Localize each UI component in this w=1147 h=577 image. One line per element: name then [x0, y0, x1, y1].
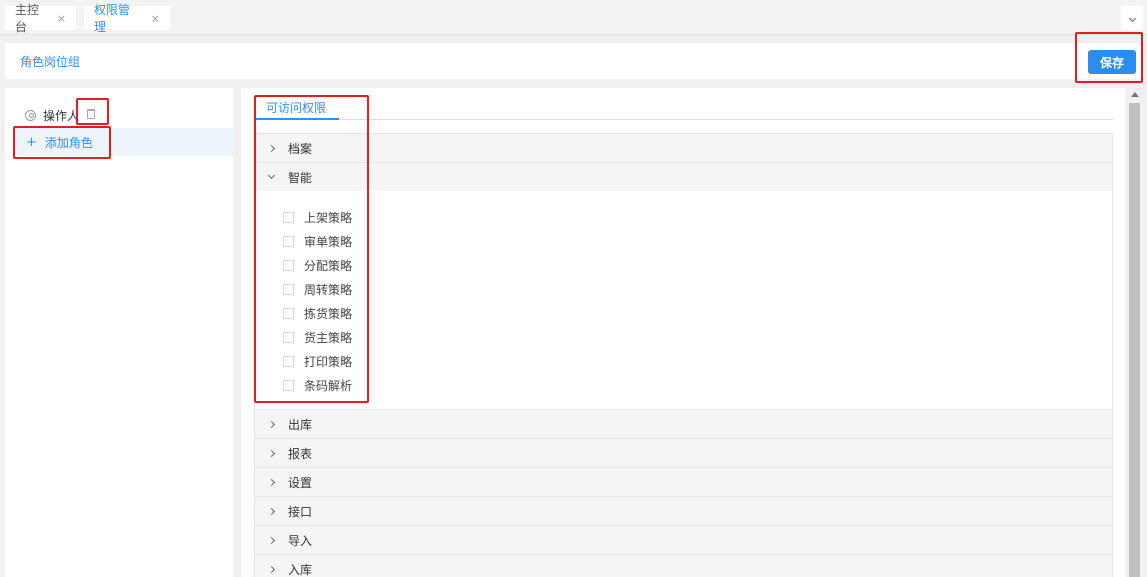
permission-checkbox-row[interactable]: 条码解析 [283, 373, 1112, 397]
chevron-down-icon [1128, 14, 1136, 22]
permission-checkbox[interactable] [283, 283, 294, 295]
collapse-item: 入库 [255, 555, 1112, 577]
page-title: 角色岗位组 [20, 55, 81, 69]
collapse-item: 智能上架策略审单策略分配策略周转策略拣货策略货主策略打印策略条码解析 [255, 163, 1112, 410]
collapse-item: 接口 [255, 497, 1112, 526]
collapse-label: 导入 [288, 533, 313, 548]
collapse-item: 出库 [255, 410, 1112, 439]
collapse-header[interactable]: 档案 [255, 134, 1112, 162]
collapse-body: 上架策略审单策略分配策略周转策略拣货策略货主策略打印策略条码解析 [255, 191, 1112, 409]
add-role-label: 添加角色 [44, 135, 93, 150]
collapse-label: 档案 [288, 141, 313, 156]
tab-dropdown-button[interactable] [1121, 6, 1143, 30]
permission-checkbox-row[interactable]: 拣货策略 [283, 301, 1112, 325]
scrollbar-thumb[interactable] [1129, 103, 1140, 577]
permission-checkbox[interactable] [283, 235, 294, 247]
close-icon[interactable]: × [151, 12, 160, 25]
collapse-item: 设置 [255, 468, 1112, 497]
permission-label: 分配策略 [304, 258, 353, 273]
permission-checkbox[interactable] [283, 211, 294, 223]
permission-label: 上架策略 [304, 210, 353, 225]
tab-accessible-permissions[interactable]: 可访问权限 [266, 99, 326, 116]
collapse-header[interactable]: 智能 [255, 163, 1112, 191]
role-list-panel: 操作人 + 添加角色 [5, 88, 233, 577]
collapse-label: 报表 [288, 446, 313, 461]
collapse-header[interactable]: 入库 [255, 555, 1112, 577]
trash-icon[interactable] [87, 109, 95, 119]
tab-console-label: 主控台 [15, 3, 40, 34]
chevron-down-icon [267, 171, 276, 180]
chevron-right-icon [267, 478, 276, 486]
permission-label: 货主策略 [304, 330, 353, 345]
permission-checkbox-row[interactable]: 分配策略 [283, 253, 1112, 277]
permission-checkbox-row[interactable]: 货主策略 [283, 325, 1112, 349]
permission-checkbox[interactable] [283, 259, 294, 271]
permission-label: 审单策略 [304, 234, 353, 249]
permission-tabs: 可访问权限 [254, 88, 1113, 120]
permission-checkbox[interactable] [283, 355, 294, 367]
collapse-header[interactable]: 设置 [255, 468, 1112, 496]
add-role-button[interactable]: + 添加角色 [14, 128, 233, 156]
chevron-right-icon [267, 536, 276, 544]
scrollbar[interactable] [1127, 88, 1142, 577]
permission-checkbox-row[interactable]: 周转策略 [283, 277, 1112, 301]
permission-panel: 可访问权限 档案智能上架策略审单策略分配策略周转策略拣货策略货主策略打印策略条码… [241, 88, 1125, 577]
permission-checkbox-row[interactable]: 上架策略 [283, 205, 1112, 229]
active-tab-indicator [254, 118, 339, 120]
save-button[interactable]: 保存 [1088, 50, 1136, 74]
role-item-operator[interactable]: 操作人 [5, 102, 233, 128]
collapse-item: 导入 [255, 526, 1112, 555]
role-label: 操作人 [43, 108, 80, 123]
tab-permission-management[interactable]: 权限管理 × [84, 3, 170, 34]
tab-permission-management-label: 权限管理 [94, 3, 131, 34]
tab-console[interactable]: 主控台 × [5, 3, 76, 34]
chevron-right-icon [267, 507, 276, 515]
permission-collapse: 档案智能上架策略审单策略分配策略周转策略拣货策略货主策略打印策略条码解析出库报表… [254, 133, 1113, 577]
close-icon[interactable]: × [57, 12, 66, 25]
permission-checkbox[interactable] [283, 379, 294, 391]
chevron-right-icon [267, 144, 276, 152]
collapse-header[interactable]: 导入 [255, 526, 1112, 554]
user-icon [25, 109, 36, 121]
chevron-right-icon [267, 449, 276, 457]
page-header: 角色岗位组 保存 [5, 43, 1142, 79]
chevron-right-icon [267, 420, 276, 428]
collapse-header[interactable]: 报表 [255, 439, 1112, 467]
scroll-up-arrow-icon[interactable] [1131, 92, 1139, 97]
collapse-item: 档案 [255, 134, 1112, 163]
collapse-label: 设置 [288, 475, 313, 490]
collapse-item: 报表 [255, 439, 1112, 468]
plus-icon: + [26, 134, 37, 150]
collapse-header[interactable]: 接口 [255, 497, 1112, 525]
collapse-label: 出库 [288, 417, 313, 432]
collapse-header[interactable]: 出库 [255, 410, 1112, 438]
collapse-label: 智能 [288, 170, 313, 185]
permission-label: 周转策略 [304, 282, 353, 297]
permission-label: 打印策略 [304, 354, 353, 369]
permission-checkbox[interactable] [283, 307, 294, 319]
chevron-right-icon [267, 565, 276, 573]
tab-bar: 主控台 × 权限管理 × [0, 0, 1147, 35]
collapse-label: 入库 [288, 562, 313, 577]
permission-label: 拣货策略 [304, 306, 353, 321]
permission-checkbox-row[interactable]: 审单策略 [283, 229, 1112, 253]
collapse-label: 接口 [288, 504, 313, 519]
permission-checkbox[interactable] [283, 331, 294, 343]
permission-checkbox-row[interactable]: 打印策略 [283, 349, 1112, 373]
permission-label: 条码解析 [304, 378, 353, 393]
